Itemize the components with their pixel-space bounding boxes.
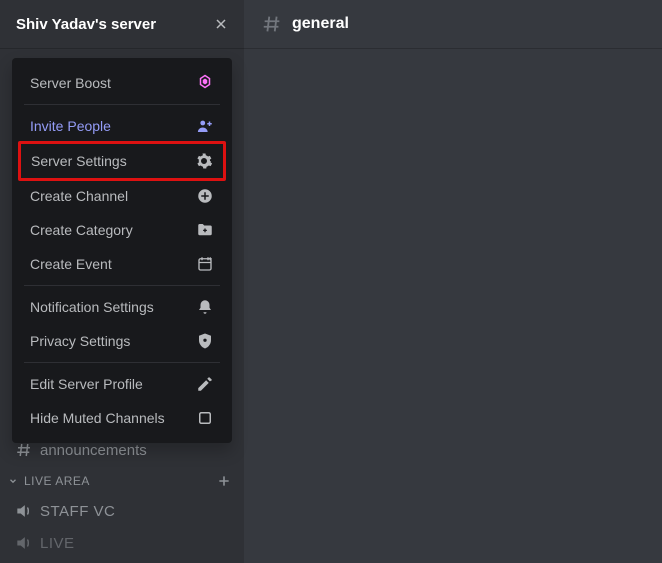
menu-create-event[interactable]: Create Event [20,247,224,281]
category-live-area[interactable]: LIVE AREA [0,467,244,495]
hash-icon [260,13,284,35]
sidebar-lower: announcements LIVE AREA STAFF VC [0,433,244,563]
gear-icon [195,152,213,170]
channel-header: general [244,0,662,48]
menu-separator [24,362,220,363]
sidebar: Shiv Yadav's server Server Boost Invite … [0,0,244,563]
shield-icon [196,332,214,350]
main-panel: general [244,0,662,563]
menu-server-settings[interactable]: Server Settings [21,144,223,178]
boost-icon [196,74,214,92]
chevron-down-icon [8,476,18,486]
menu-edit-server-profile[interactable]: Edit Server Profile [20,367,224,401]
highlight-server-settings: Server Settings [18,141,226,181]
bell-icon [196,298,214,316]
speaker-icon [14,533,34,553]
menu-hide-muted-channels[interactable]: Hide Muted Channels [20,401,224,435]
menu-separator [24,285,220,286]
server-name: Shiv Yadav's server [16,16,212,33]
channel-label: announcements [40,442,147,459]
menu-server-boost[interactable]: Server Boost [20,66,224,100]
voice-label: LIVE [40,535,75,552]
menu-privacy-settings[interactable]: Privacy Settings [20,324,224,358]
add-channel-icon[interactable] [216,473,232,489]
square-icon [196,409,214,427]
menu-separator [24,104,220,105]
menu-create-category[interactable]: Create Category [20,213,224,247]
plus-circle-icon [196,187,214,205]
voice-label: STAFF VC [40,503,115,520]
server-dropdown-menu: Server Boost Invite People Server Settin… [12,58,232,443]
menu-create-channel[interactable]: Create Channel [20,179,224,213]
calendar-plus-icon [196,255,214,273]
hash-icon [14,441,34,459]
close-icon[interactable] [212,15,230,33]
voice-live[interactable]: LIVE [0,527,244,559]
channel-name: general [292,15,349,33]
category-label: LIVE AREA [24,474,90,488]
pencil-icon [196,375,214,393]
speaker-icon [14,501,34,521]
server-header[interactable]: Shiv Yadav's server [0,0,244,48]
message-area [244,48,662,563]
menu-invite-people[interactable]: Invite People [20,109,224,143]
invite-icon [196,117,214,135]
folder-plus-icon [196,221,214,239]
menu-notification-settings[interactable]: Notification Settings [20,290,224,324]
voice-staff-vc[interactable]: STAFF VC [0,495,244,527]
